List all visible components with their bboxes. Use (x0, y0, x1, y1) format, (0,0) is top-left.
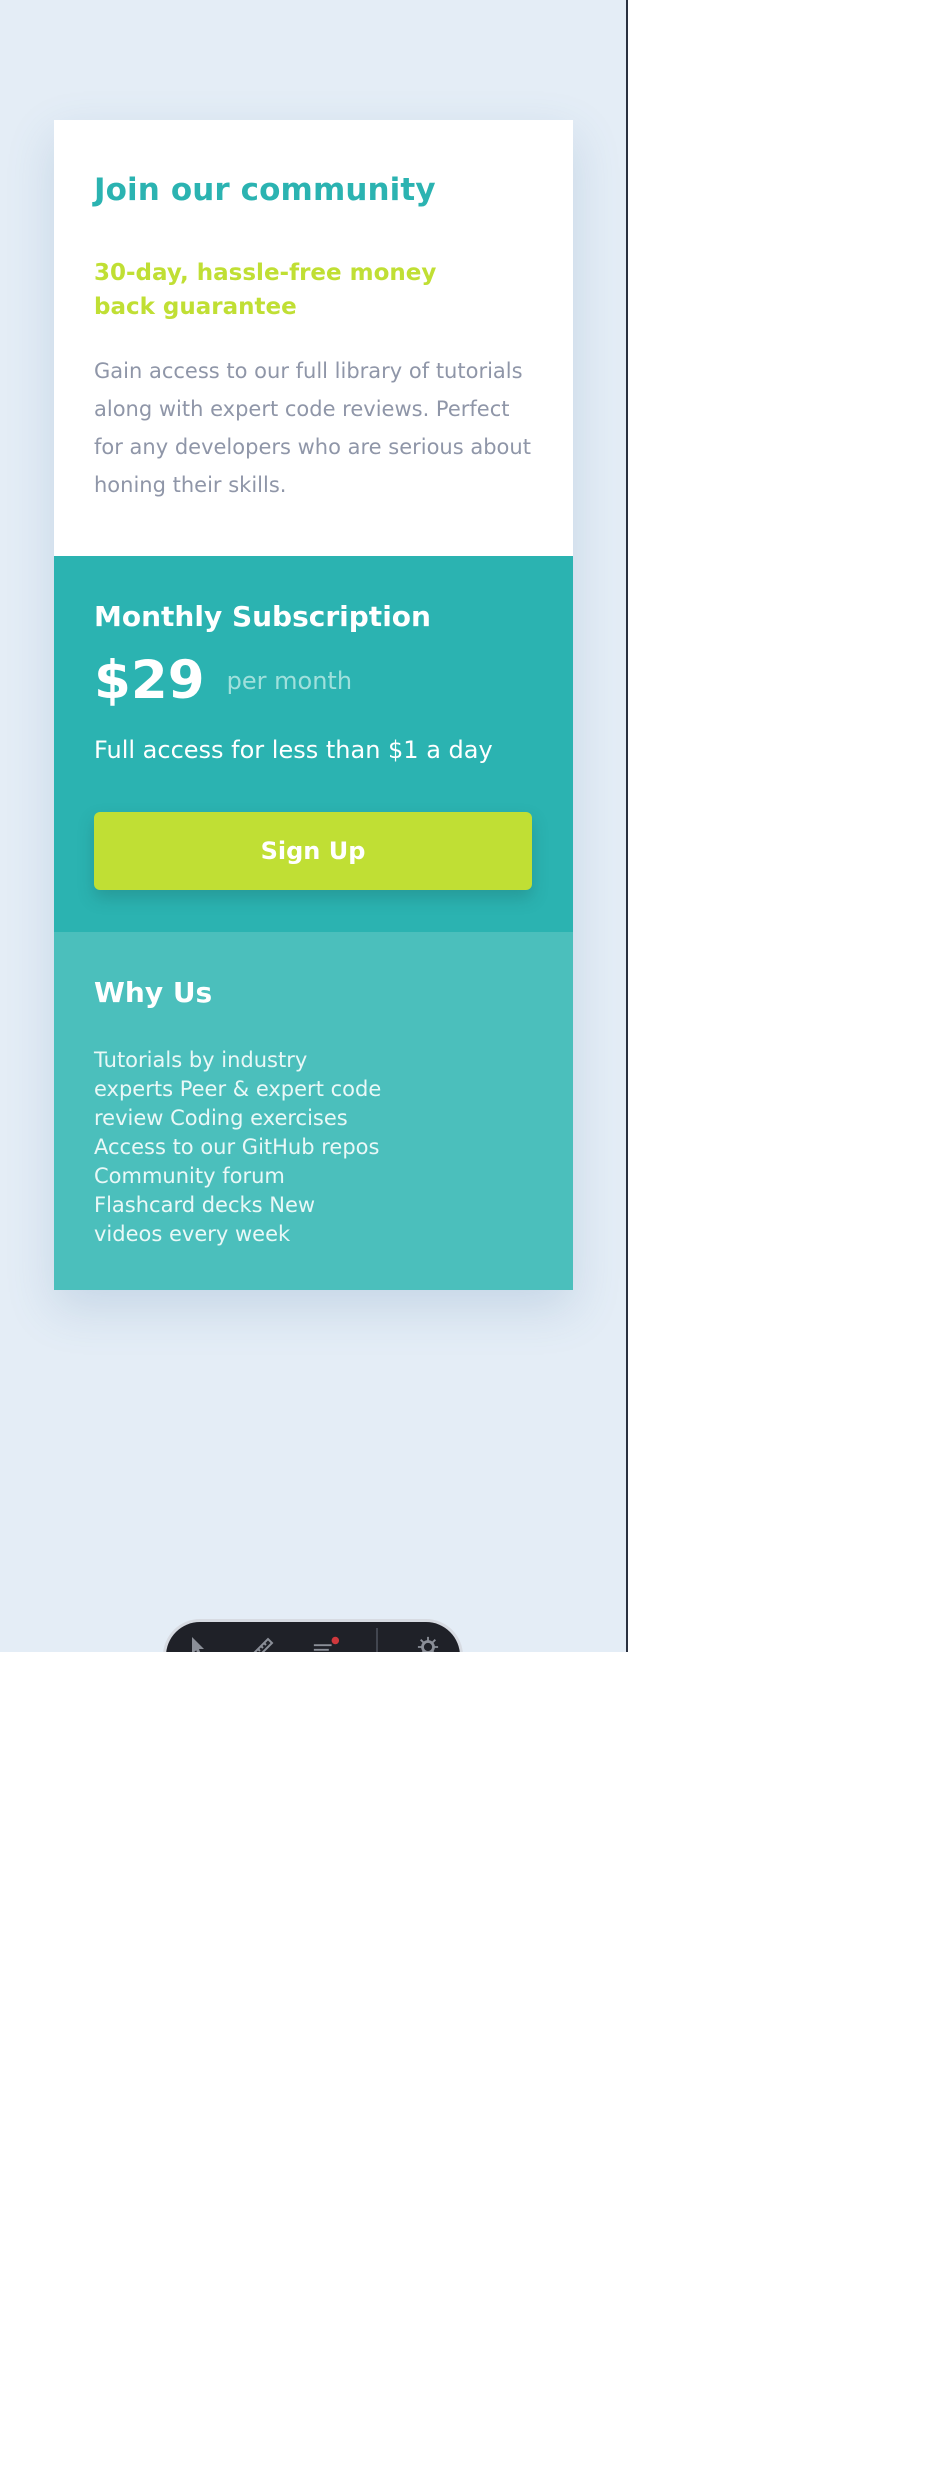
community-description: Gain access to our full library of tutor… (94, 359, 531, 497)
community-section: Join our community 30-day, hassle-free m… (54, 120, 573, 556)
layers-icon[interactable] (312, 1636, 340, 1652)
viewport-border (626, 0, 628, 1652)
page-viewport: Join our community 30-day, hassle-free m… (0, 0, 626, 1652)
guarantee-heading: 30-day, hassle-free money back guarantee (94, 260, 437, 320)
page-title: Join our community (94, 172, 436, 208)
why-us-section: Why Us Tutorials by industry experts Pee… (54, 932, 573, 1290)
settings-icon[interactable] (414, 1636, 442, 1652)
sign-up-button[interactable]: Sign Up (94, 812, 532, 890)
price-amount: $29 (94, 650, 205, 711)
inspect-icon[interactable] (184, 1636, 212, 1652)
ruler-icon[interactable] (248, 1636, 276, 1652)
subscription-section: Monthly Subscription $29 per month Full … (54, 556, 573, 932)
why-us-title: Why Us (94, 976, 213, 1009)
pricing-card: Join our community 30-day, hassle-free m… (54, 120, 573, 1290)
toolbar-divider (376, 1628, 378, 1652)
subscription-title: Monthly Subscription (94, 600, 431, 633)
subscription-tagline: Full access for less than $1 a day (94, 736, 493, 764)
devtools-toolbar (166, 1622, 460, 1652)
why-us-list: Tutorials by industry experts Peer & exp… (94, 1048, 382, 1246)
price-row: $29 per month (94, 646, 352, 716)
price-period: per month (226, 667, 353, 695)
